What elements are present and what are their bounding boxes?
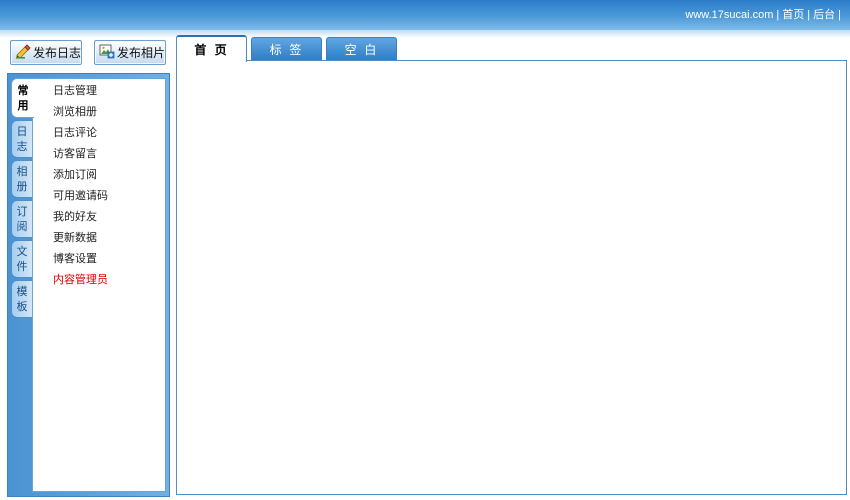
side-tab-subscribe[interactable]: 订 阅 — [11, 200, 32, 238]
site-link[interactable]: www.17sucai.com — [685, 9, 773, 21]
side-tab-char: 志 — [16, 140, 28, 153]
menu-item-invite-codes[interactable]: 可用邀请码 — [53, 188, 108, 209]
top-links: www.17sucai.com | 首页 | 后台 | — [685, 6, 844, 22]
photo-icon — [99, 43, 117, 62]
menu-item-blog-settings[interactable]: 博客设置 — [53, 251, 108, 272]
side-tab-blog[interactable]: 日 志 — [11, 120, 32, 158]
post-photo-label: 发布相片 — [117, 46, 166, 60]
menu-item-browse-album[interactable]: 浏览相册 — [53, 104, 108, 125]
side-tab-files[interactable]: 文 件 — [11, 240, 32, 278]
link-separator: | — [776, 9, 780, 21]
side-tab-char: 用 — [17, 99, 29, 112]
side-tab-char: 模 — [16, 285, 28, 298]
menu-item-add-subscription[interactable]: 添加订阅 — [53, 167, 108, 188]
post-blog-button[interactable]: 发布日志 — [10, 40, 82, 65]
menu-list: 日志管理 浏览相册 日志评论 访客留言 添加订阅 可用邀请码 我的好友 更新数据… — [53, 83, 108, 293]
menu-item-content-admin[interactable]: 内容管理员 — [53, 272, 108, 293]
side-tab-char: 常 — [17, 84, 29, 97]
tab-home[interactable]: 首 页 — [176, 35, 247, 62]
side-tab-album[interactable]: 相 册 — [11, 160, 32, 198]
side-tab-char: 相 — [16, 165, 28, 178]
side-tab-common[interactable]: 常 用 — [11, 78, 34, 118]
side-tab-char: 订 — [16, 205, 28, 218]
content-area — [176, 60, 847, 495]
top-band — [0, 30, 850, 38]
menu-item-update-data[interactable]: 更新数据 — [53, 230, 108, 251]
menu-item-blog-comments[interactable]: 日志评论 — [53, 125, 108, 146]
menu-item-guestbook[interactable]: 访客留言 — [53, 146, 108, 167]
admin-link[interactable]: 后台 — [813, 9, 835, 21]
side-tab-char: 阅 — [16, 220, 28, 233]
post-blog-label: 发布日志 — [33, 46, 82, 60]
link-separator: | — [838, 9, 841, 21]
menu-item-blog-manage[interactable]: 日志管理 — [53, 83, 108, 104]
post-photo-button[interactable]: 发布相片 — [94, 40, 166, 65]
menu-item-friends[interactable]: 我的好友 — [53, 209, 108, 230]
side-tab-char: 文 — [16, 245, 28, 258]
link-separator: | — [807, 9, 811, 21]
side-tab-template[interactable]: 模 板 — [11, 280, 32, 318]
side-tab-char: 板 — [16, 300, 28, 313]
side-tab-char: 件 — [16, 260, 28, 273]
home-link[interactable]: 首页 — [782, 9, 804, 21]
top-banner: www.17sucai.com | 首页 | 后台 | — [0, 0, 850, 30]
side-tab-char: 日 — [16, 125, 28, 138]
tab-blank[interactable]: 空 白 — [326, 37, 397, 61]
pencil-icon — [15, 43, 33, 62]
tab-tags[interactable]: 标 签 — [251, 37, 322, 61]
side-tab-char: 册 — [16, 180, 28, 193]
